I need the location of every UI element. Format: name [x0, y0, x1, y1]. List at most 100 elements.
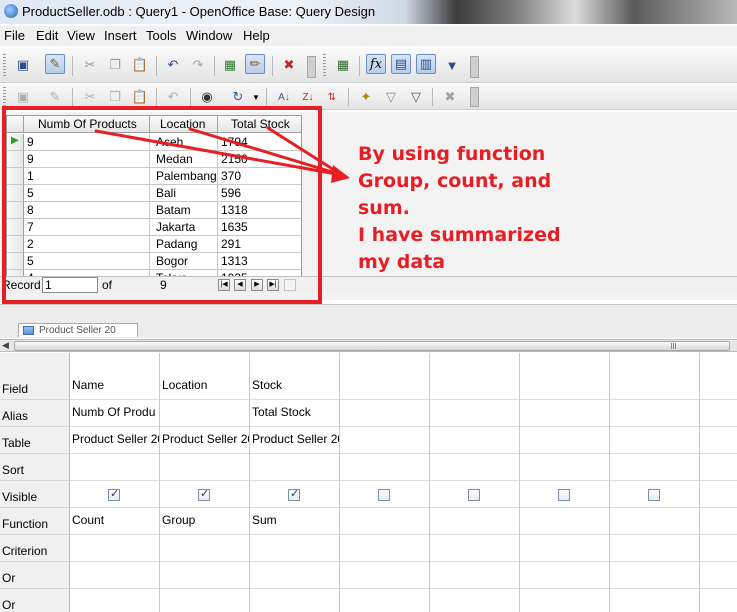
- add-table-icon[interactable]: ▦: [333, 55, 353, 75]
- table-cell[interactable]: 1313: [218, 253, 301, 270]
- table-cell[interactable]: 8: [24, 202, 150, 219]
- sort-icon[interactable]: ⇅: [322, 87, 342, 107]
- previous-record-icon[interactable]: ◀: [234, 279, 246, 291]
- table-cell[interactable]: 5: [24, 253, 150, 270]
- row-selector[interactable]: [7, 219, 24, 236]
- scroll-left-icon[interactable]: ◀: [2, 340, 9, 351]
- table-cell[interactable]: 1: [24, 168, 150, 185]
- row-selector[interactable]: [7, 253, 24, 270]
- save-record-icon[interactable]: ▣: [13, 87, 33, 107]
- table-cell[interactable]: 1635: [218, 219, 301, 236]
- copy-icon[interactable]: ❐: [105, 87, 125, 107]
- visible-checkbox[interactable]: [378, 489, 390, 501]
- edit-data-icon[interactable]: ✎: [45, 87, 65, 107]
- table-window-product-seller[interactable]: Product Seller 20: [18, 323, 138, 337]
- query-result-grid[interactable]: Numb Of Products Location Total Stock ▶ 9…: [6, 115, 302, 277]
- visible-checkbox[interactable]: [198, 487, 210, 501]
- edit-mode-icon[interactable]: ✎: [45, 54, 65, 74]
- remove-filter-icon[interactable]: ✖: [440, 87, 460, 107]
- copy-icon[interactable]: ❐: [105, 55, 125, 75]
- undo-icon[interactable]: ↶: [163, 87, 183, 107]
- run-query-icon[interactable]: ▦: [220, 55, 240, 75]
- column-header-total-stock[interactable]: Total Stock: [218, 116, 301, 133]
- table-cell[interactable]: 1794: [218, 134, 301, 151]
- design-field-cell[interactable]: Name: [72, 378, 159, 392]
- cut-icon[interactable]: ✂: [80, 87, 100, 107]
- sort-descending-icon[interactable]: Z↓: [298, 87, 318, 107]
- menu-window[interactable]: Window: [186, 28, 232, 43]
- menu-insert[interactable]: Insert: [104, 28, 137, 43]
- table-name-icon[interactable]: ▤: [391, 54, 411, 74]
- row-selector[interactable]: [7, 185, 24, 202]
- design-table-cell[interactable]: Product Seller 20: [72, 432, 159, 446]
- menu-view[interactable]: View: [67, 28, 95, 43]
- design-table-cell[interactable]: Product Seller 20: [252, 432, 339, 446]
- distinct-values-icon[interactable]: ▼: [442, 55, 462, 75]
- table-cell[interactable]: Jakarta: [150, 219, 218, 236]
- design-function-cell[interactable]: Sum: [252, 513, 339, 527]
- table-cell[interactable]: 9: [24, 151, 150, 168]
- row-selector[interactable]: [7, 236, 24, 253]
- table-cell[interactable]: Palembang: [150, 168, 218, 185]
- row-selector[interactable]: [7, 168, 24, 185]
- refresh-icon[interactable]: ↻: [228, 87, 248, 107]
- table-cell[interactable]: 2: [24, 236, 150, 253]
- functions-icon[interactable]: fx: [366, 54, 386, 74]
- autofilter-icon[interactable]: ✦: [356, 87, 376, 107]
- grid-corner-header[interactable]: [7, 116, 24, 133]
- find-record-icon[interactable]: ◉: [197, 87, 217, 107]
- menu-help[interactable]: Help: [243, 28, 270, 43]
- design-field-cell[interactable]: Stock: [252, 378, 339, 392]
- table-cell[interactable]: 2150: [218, 151, 301, 168]
- table-cell[interactable]: 1318: [218, 202, 301, 219]
- column-header-location[interactable]: Location: [150, 116, 218, 133]
- table-cell[interactable]: 370: [218, 168, 301, 185]
- refresh-dropdown-icon[interactable]: ▼: [251, 87, 261, 107]
- cut-icon[interactable]: ✂: [80, 55, 100, 75]
- query-design-grid[interactable]: Field Alias Table Sort Visible Function Criter…: [0, 353, 737, 612]
- clear-query-icon[interactable]: ✖: [279, 55, 299, 75]
- visible-checkbox[interactable]: [468, 489, 480, 501]
- toolbar-overflow-arrow[interactable]: [470, 87, 479, 107]
- menu-tools[interactable]: Tools: [146, 28, 176, 43]
- table-cell[interactable]: Medan: [150, 151, 218, 168]
- apply-filter-icon[interactable]: ▽: [406, 87, 426, 107]
- design-view-icon[interactable]: ✏: [245, 54, 265, 74]
- table-cell[interactable]: Bali: [150, 185, 218, 202]
- undo-icon[interactable]: ↶: [163, 55, 183, 75]
- horizontal-scrollbar[interactable]: ◀: [0, 339, 737, 352]
- menu-edit[interactable]: Edit: [36, 28, 58, 43]
- table-cell[interactable]: 7: [24, 219, 150, 236]
- sort-ascending-icon[interactable]: A↓: [274, 87, 294, 107]
- standard-filter-icon[interactable]: ▽: [381, 87, 401, 107]
- row-selector[interactable]: [7, 202, 24, 219]
- visible-checkbox[interactable]: [648, 489, 660, 501]
- paste-icon[interactable]: 📋: [130, 55, 150, 75]
- visible-checkbox[interactable]: [288, 487, 300, 501]
- design-alias-cell[interactable]: Total Stock: [252, 405, 339, 419]
- column-header-numb-of-products[interactable]: Numb Of Products: [24, 116, 150, 133]
- redo-icon[interactable]: ↷: [188, 55, 208, 75]
- next-record-icon[interactable]: ▶: [251, 279, 263, 291]
- record-number-input[interactable]: 1: [42, 277, 98, 293]
- design-function-cell[interactable]: Group: [162, 513, 249, 527]
- design-function-cell[interactable]: Count: [72, 513, 159, 527]
- table-cell[interactable]: Bogor: [150, 253, 218, 270]
- design-field-cell[interactable]: Location: [162, 378, 249, 392]
- table-cell[interactable]: Batam: [150, 202, 218, 219]
- new-record-icon[interactable]: [284, 279, 296, 291]
- visible-checkbox[interactable]: [108, 487, 120, 501]
- visible-checkbox[interactable]: [558, 489, 570, 501]
- toolbar-grip[interactable]: [323, 54, 326, 78]
- save-icon[interactable]: ▣: [13, 55, 33, 75]
- alias-icon[interactable]: ▥: [416, 54, 436, 74]
- first-record-icon[interactable]: |◀: [218, 279, 230, 291]
- toolbar-grip[interactable]: [3, 87, 6, 107]
- menu-file[interactable]: File: [4, 28, 25, 43]
- design-alias-cell[interactable]: Numb Of Produ: [72, 405, 159, 419]
- scrollbar-thumb[interactable]: [14, 341, 730, 351]
- row-selector[interactable]: ▶: [7, 134, 24, 151]
- toolbar-grip[interactable]: [3, 54, 6, 78]
- design-table-cell[interactable]: Product Seller 20: [162, 432, 249, 446]
- table-cell[interactable]: 291: [218, 236, 301, 253]
